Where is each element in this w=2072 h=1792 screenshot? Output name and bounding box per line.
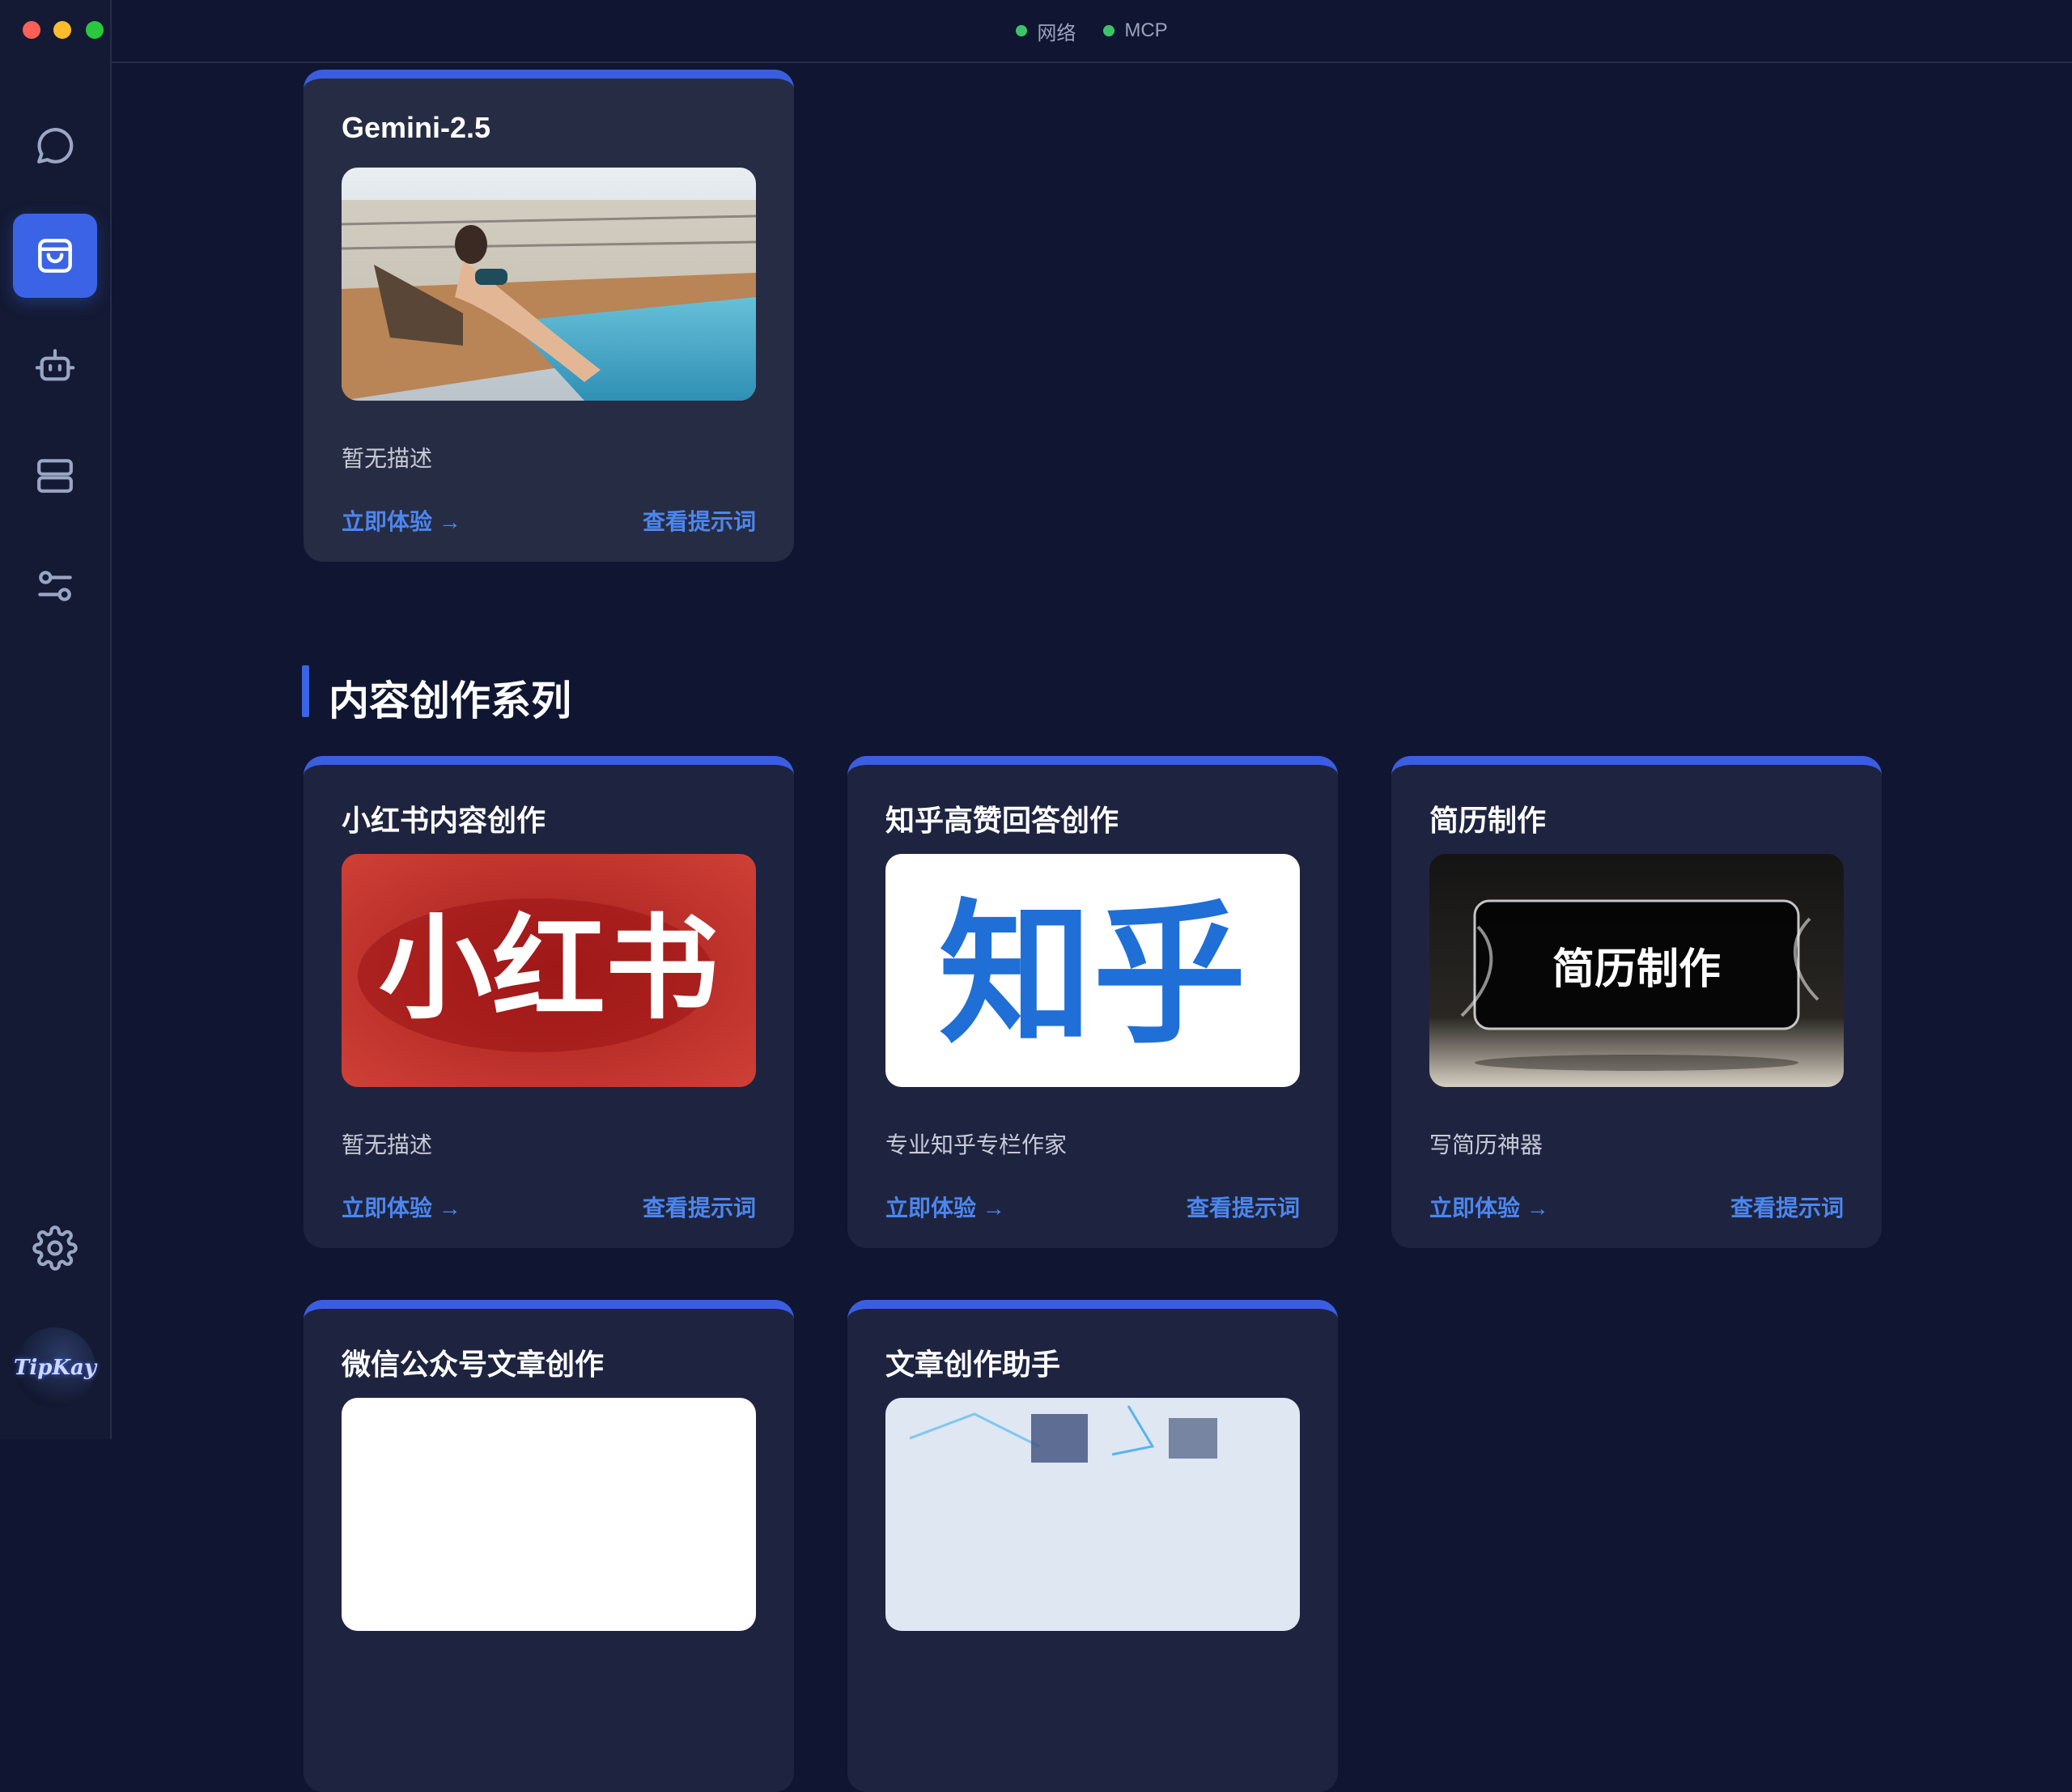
card-article-writer: 文章创作助手 — [847, 1300, 1338, 1792]
section-accent-bar — [302, 665, 309, 717]
card-image: 知乎 — [885, 854, 1300, 1087]
sidebar: TipKay — [0, 0, 112, 1439]
avatar[interactable]: TipKay — [14, 1327, 96, 1408]
card-description: 暂无描述 — [342, 446, 433, 471]
sidebar-item-agents[interactable] — [13, 324, 97, 408]
card-image-text: 知乎 — [939, 885, 1246, 1064]
settings-button[interactable] — [13, 1206, 97, 1290]
window-minimize-button[interactable] — [53, 21, 71, 39]
card-title: 小红书内容创作 — [342, 804, 546, 837]
card-image — [342, 1398, 756, 1631]
card-image: 简历制作 — [1429, 854, 1844, 1087]
card-description: 专业知乎专栏作家 — [885, 1132, 1068, 1157]
card-description: 写简历神器 — [1429, 1132, 1543, 1157]
sidebar-item-servers[interactable] — [13, 434, 97, 518]
mcp-status-label: MCP — [1124, 19, 1168, 41]
card-image-text: 简历制作 — [1552, 945, 1721, 994]
section-title: 内容创作系列 — [329, 678, 571, 724]
chat-bubble-icon — [37, 128, 74, 163]
view-prompt-link[interactable]: 查看提示词 — [643, 1191, 756, 1223]
network-status: 网络 — [1016, 17, 1076, 45]
sidebar-item-chat[interactable] — [13, 104, 97, 188]
server-icon — [37, 459, 73, 493]
card-image — [885, 1398, 1300, 1631]
sidebar-item-store[interactable] — [13, 214, 97, 298]
sidebar-item-settings-sliders[interactable] — [13, 544, 97, 628]
shopping-bag-icon — [38, 239, 72, 273]
card-title: 文章创作助手 — [885, 1348, 1061, 1381]
card-zhihu: 知乎高赞回答创作 知乎 专业知乎专栏作家 立即体验 → 查看提示词 — [847, 756, 1338, 1248]
card-description: 暂无描述 — [342, 1132, 433, 1157]
try-now-link[interactable]: 立即体验 → — [885, 1191, 1005, 1223]
window-zoom-button[interactable] — [86, 21, 104, 39]
avatar-text: TipKay — [14, 1356, 96, 1380]
card-xiaohongshu: 小红书内容创作 小红书 暂无描述 立即体验 → 查看提示词 — [304, 756, 794, 1248]
sliders-icon — [38, 571, 72, 601]
card-title: 知乎高赞回答创作 — [885, 804, 1119, 837]
card-image: 小红书 — [342, 854, 756, 1087]
try-now-link[interactable]: 立即体验 → — [1429, 1191, 1549, 1223]
card-title: Gemini-2.5 — [342, 111, 491, 144]
view-prompt-link[interactable]: 查看提示词 — [643, 504, 756, 537]
robot-icon — [35, 349, 75, 381]
network-status-dot — [1016, 25, 1028, 36]
mcp-status-dot — [1103, 25, 1115, 36]
network-status-label: 网络 — [1037, 22, 1076, 45]
card-wechat: 微信公众号文章创作 — [304, 1300, 794, 1792]
gear-icon — [32, 1225, 78, 1271]
card-gemini: Gemini-2.5 暂无描述 立即体验 → 查看提示词 — [304, 70, 794, 562]
card-image — [342, 168, 756, 401]
view-prompt-link[interactable]: 查看提示词 — [1730, 1191, 1844, 1223]
card-image-text: 小红书 — [379, 902, 719, 1035]
view-prompt-link[interactable]: 查看提示词 — [1187, 1191, 1300, 1223]
try-now-link[interactable]: 立即体验 → — [342, 504, 461, 537]
card-title: 简历制作 — [1429, 804, 1547, 837]
card-resume: 简历制作 简历制作 写简历神器 立即体验 → 查看提示词 — [1391, 756, 1882, 1248]
window-close-button[interactable] — [23, 21, 40, 39]
mcp-status: MCP — [1103, 19, 1168, 42]
try-now-link[interactable]: 立即体验 → — [342, 1191, 461, 1223]
top-bar: 网络 MCP — [112, 0, 2072, 63]
card-title: 微信公众号文章创作 — [342, 1348, 605, 1381]
